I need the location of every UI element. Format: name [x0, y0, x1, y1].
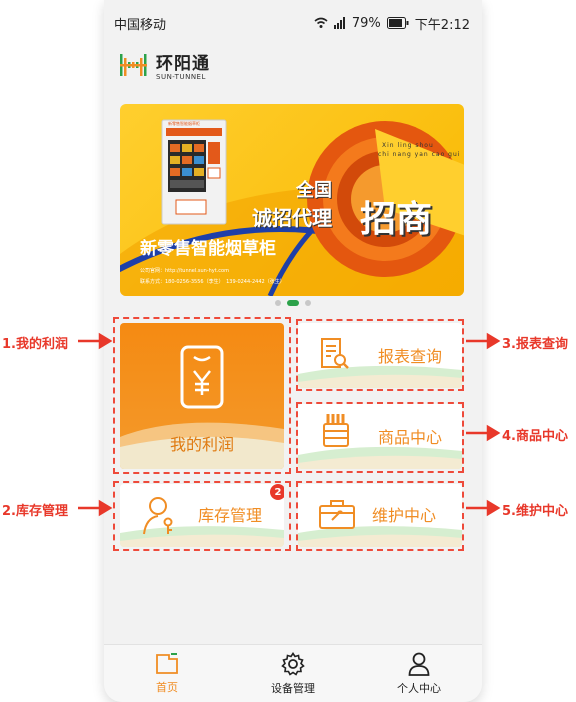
banner-contact: 联系方式：180-0256-3556（李生） 139-0244-2442（张生） — [140, 279, 285, 285]
highlight-profit — [113, 317, 291, 474]
banner-pinyin-1: Xin ling shou — [382, 142, 434, 149]
annotation-profit: 1.我的利润 — [2, 337, 68, 352]
status-bar: 中国移动 79% 下午2:12 — [104, 0, 482, 46]
home-icon — [156, 652, 178, 674]
banner-pager[interactable] — [104, 300, 482, 306]
tab-profile-label: 个人中心 — [397, 681, 441, 695]
pager-dot[interactable] — [305, 300, 311, 306]
gear-icon — [281, 651, 305, 676]
annotation-inventory: 2.库存管理 — [2, 504, 68, 519]
promo-banner[interactable]: 新零售智能烟草柜 Xin ling shou chi nang yan cao … — [120, 104, 464, 296]
banner-pinyin-2: chi nang yan cao gui — [378, 151, 461, 158]
person-icon — [408, 652, 430, 676]
battery-icon — [386, 17, 409, 29]
banner-slogan-main: 诚招代理 — [252, 206, 332, 230]
signal-icon — [333, 17, 345, 29]
annotation-maintenance: 5.维护中心 — [502, 504, 568, 519]
wifi-icon — [314, 17, 328, 28]
bottom-tab-bar: 首页 设备管理 个人中心 — [104, 644, 482, 702]
tab-device-management[interactable]: 设备管理 — [230, 645, 356, 702]
annotation-goods: 4.商品中心 — [502, 429, 568, 444]
banner-website: 公司官网：http://tunnel.sun-hyt.com — [140, 268, 229, 274]
highlight-inventory — [113, 481, 291, 551]
battery-percent: 79% — [351, 15, 381, 31]
brand-name: 环阳通 — [156, 54, 210, 74]
tab-home[interactable]: 首页 — [104, 645, 230, 702]
highlight-maintenance — [296, 481, 464, 551]
brand-name-en: SUN-TUNNEL — [156, 73, 206, 81]
tab-home-label: 首页 — [156, 680, 178, 694]
highlight-report — [296, 319, 464, 391]
brand-logo-icon — [120, 54, 147, 76]
pager-dot-active[interactable] — [287, 300, 299, 306]
banner-cabinet-label: 新零售智能烟草柜 — [168, 121, 200, 126]
tab-profile[interactable]: 个人中心 — [356, 645, 482, 702]
banner-slogan-top: 全国 — [296, 180, 332, 201]
annotation-report: 3.报表查询 — [502, 337, 568, 352]
pager-dot[interactable] — [275, 300, 281, 306]
app-header: 环阳通 SUN-TUNNEL — [104, 46, 482, 84]
tab-device-label: 设备管理 — [271, 681, 315, 695]
highlight-goods — [296, 402, 464, 473]
carrier-label: 中国移动 — [114, 17, 167, 33]
clock-label: 下午2:12 — [414, 17, 470, 33]
banner-headline: 新零售智能烟草柜 — [140, 239, 276, 259]
banner-slogan-big: 招商 — [360, 199, 433, 240]
